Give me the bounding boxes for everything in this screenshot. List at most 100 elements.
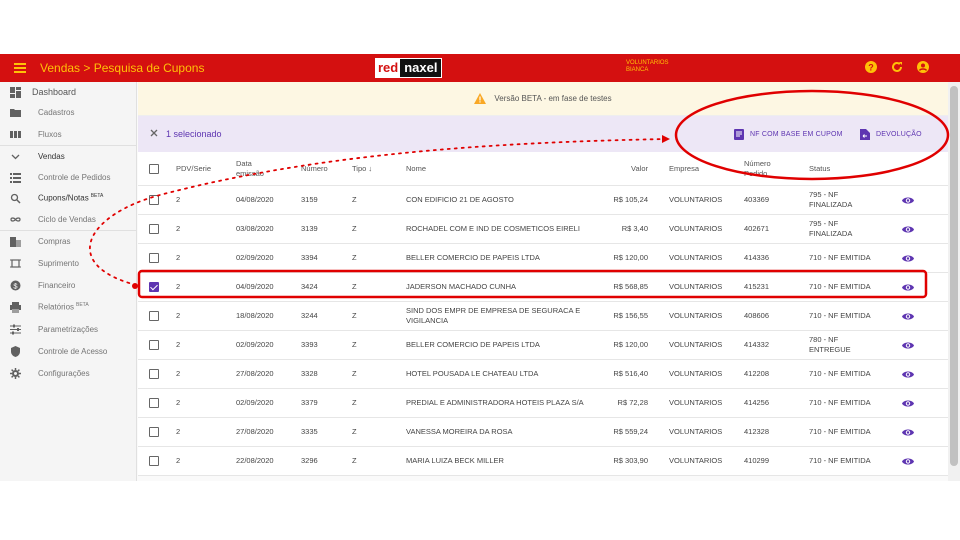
- cell-empresa: VOLUNTARIOS: [669, 195, 723, 204]
- nf-com-base-em-cupom-button[interactable]: NF COM BASE EM CUPOM: [734, 126, 843, 142]
- eye-icon[interactable]: [902, 399, 914, 408]
- sidebar-item-fluxos[interactable]: Fluxos: [0, 124, 137, 144]
- cell-valor: R$ 156,55: [613, 311, 648, 320]
- list-icon: [10, 172, 21, 183]
- cell-data: 02/09/2020: [236, 398, 274, 407]
- cell-pedido: 412328: [744, 427, 770, 436]
- cell-valor: R$ 120,00: [613, 340, 648, 349]
- search-doc-icon: [10, 193, 21, 204]
- scrollbar[interactable]: [948, 82, 960, 481]
- menu-button[interactable]: [0, 54, 40, 82]
- beta-badge: BETA: [76, 302, 89, 309]
- eye-icon[interactable]: [902, 428, 914, 437]
- close-icon[interactable]: [148, 127, 160, 139]
- eye-icon[interactable]: [902, 370, 914, 379]
- header-data[interactable]: Data emissão: [236, 159, 280, 179]
- cell-empresa: VOLUNTARIOS: [669, 427, 723, 436]
- cell-numero: 3424: [301, 282, 318, 291]
- crop-icon: [10, 258, 21, 268]
- row-checkbox[interactable]: [149, 369, 159, 379]
- cell-valor: R$ 516,40: [613, 369, 648, 378]
- cell-pedido: 408606: [744, 311, 770, 320]
- table-row[interactable]: 2 27/08/2020 3335 Z VANESSA MOREIRA DA ROSA R…: [138, 418, 948, 447]
- row-checkbox[interactable]: [149, 456, 159, 466]
- sidebar-item-cupons-notas[interactable]: Cupons/Notas BETA: [0, 188, 137, 208]
- sidebar: Dashboard Cadastros Fluxos Vendas Contro…: [0, 82, 137, 481]
- scrollbar-thumb[interactable]: [950, 86, 958, 466]
- sidebar-item-cadastros[interactable]: Cadastros: [0, 102, 137, 122]
- eye-icon[interactable]: [902, 225, 914, 234]
- shield-icon: [11, 345, 20, 357]
- select-all-checkbox[interactable]: [149, 163, 159, 174]
- sidebar-item-configuracoes[interactable]: Configurações: [0, 363, 137, 383]
- sidebar-item-financeiro[interactable]: $ Financeiro: [0, 275, 137, 295]
- cell-numero: 3328: [301, 369, 318, 378]
- print-icon: [10, 301, 21, 313]
- table-row[interactable]: 2 22/08/2020 3296 Z MARIA LUIZA BECK MILLER R…: [138, 447, 948, 476]
- table-row[interactable]: 2 27/08/2020 3328 Z HOTEL POUSADA LE CHATEAU…: [138, 360, 948, 389]
- sidebar-item-relatorios[interactable]: Relatórios BETA: [0, 297, 137, 317]
- table-row[interactable]: 2 04/08/2020 3159 Z CON EDIFICIO 21 DE AGOST…: [138, 186, 948, 215]
- cell-pedido: 414256: [744, 398, 770, 407]
- cell-pedido: 403369: [744, 195, 770, 204]
- header-pedido[interactable]: Número Pedido: [744, 159, 788, 179]
- refresh-icon[interactable]: [890, 60, 904, 74]
- company-name: VOLUNTARIOS: [626, 60, 669, 66]
- eye-icon[interactable]: [902, 254, 914, 263]
- sidebar-item-vendas[interactable]: Vendas: [0, 146, 137, 166]
- table-row[interactable]: 2 03/08/2020 3139 Z ROCHADEL COM E IND DE CO…: [138, 215, 948, 244]
- page-title: Vendas > Pesquisa de Cupons: [40, 61, 205, 75]
- row-checkbox[interactable]: [149, 398, 159, 408]
- row-checkbox[interactable]: [149, 427, 159, 437]
- table-row[interactable]: 2 02/09/2020 3379 Z PREDIAL E ADMINISTRADORA…: [138, 389, 948, 418]
- header-pdv[interactable]: PDV/Serie: [176, 164, 211, 174]
- help-icon[interactable]: ?: [864, 60, 878, 74]
- header-nome[interactable]: Nome: [406, 164, 596, 174]
- cell-tipo: Z: [352, 224, 357, 233]
- row-checkbox[interactable]: [149, 253, 159, 263]
- row-checkbox[interactable]: [149, 311, 159, 321]
- sidebar-label: Configurações: [38, 368, 90, 378]
- cell-tipo: Z: [352, 282, 357, 291]
- cell-valor: R$ 72,28: [617, 398, 648, 407]
- cell-status: 710 - NF EMITIDA: [809, 369, 871, 378]
- table-row[interactable]: 2 04/09/2020 3424 Z JADERSON MACHADO CUNHA R$…: [138, 273, 948, 302]
- table-row[interactable]: 2 02/09/2020 3394 Z BELLER COMERCIO DE PAPEI…: [138, 244, 948, 273]
- sidebar-item-controle-acesso[interactable]: Controle de Acesso: [0, 341, 137, 361]
- header-numero[interactable]: Número: [301, 164, 328, 174]
- row-checkbox[interactable]: [149, 195, 159, 205]
- eye-icon[interactable]: [902, 341, 914, 350]
- selection-count: 1 selecionado: [166, 129, 222, 139]
- row-checkbox[interactable]: [149, 340, 159, 350]
- eye-icon[interactable]: [902, 283, 914, 292]
- sidebar-item-dashboard[interactable]: Dashboard: [0, 82, 137, 102]
- header-empresa[interactable]: Empresa: [669, 164, 699, 174]
- row-checkbox[interactable]: [149, 224, 159, 234]
- row-checkbox[interactable]: [149, 282, 159, 292]
- sidebar-label: Cupons/Notas BETA: [38, 193, 103, 203]
- table-row[interactable]: 2 02/09/2020 3393 Z BELLER COMERCIO DE PAPEI…: [138, 331, 948, 360]
- devolucao-button[interactable]: DEVOLUÇÃO: [860, 126, 922, 142]
- table-row[interactable]: 2 18/08/2020 3244 Z SIND DOS EMPR DE EMPRESA…: [138, 302, 948, 331]
- cell-numero: 3393: [301, 340, 318, 349]
- cell-status: 710 - NF EMITIDA: [809, 456, 871, 465]
- sidebar-item-compras[interactable]: Compras: [0, 231, 137, 251]
- sidebar-item-controle-pedidos[interactable]: Controle de Pedidos: [0, 167, 137, 187]
- sidebar-item-ciclo-vendas[interactable]: Ciclo de Vendas: [0, 209, 137, 229]
- cell-status: 795 - NF FINALIZADA: [809, 219, 853, 238]
- header-valor[interactable]: Valor: [631, 164, 648, 174]
- top-actions: ?: [864, 60, 930, 74]
- sidebar-label: Parametrizações: [38, 324, 99, 334]
- eye-icon[interactable]: [902, 196, 914, 205]
- sidebar-item-parametrizacoes[interactable]: Parametrizações: [0, 319, 137, 339]
- header-tipo[interactable]: Tipo ↓: [352, 164, 372, 174]
- cell-pedido: 412208: [744, 369, 770, 378]
- header-status[interactable]: Status: [809, 164, 879, 174]
- cell-tipo: Z: [352, 340, 357, 349]
- eye-icon[interactable]: [902, 312, 914, 321]
- cell-numero: 3159: [301, 195, 318, 204]
- account-icon[interactable]: [916, 60, 930, 74]
- sidebar-item-suprimento[interactable]: Suprimento: [0, 253, 137, 273]
- eye-icon[interactable]: [902, 457, 914, 466]
- cell-status: 710 - NF EMITIDA: [809, 427, 871, 436]
